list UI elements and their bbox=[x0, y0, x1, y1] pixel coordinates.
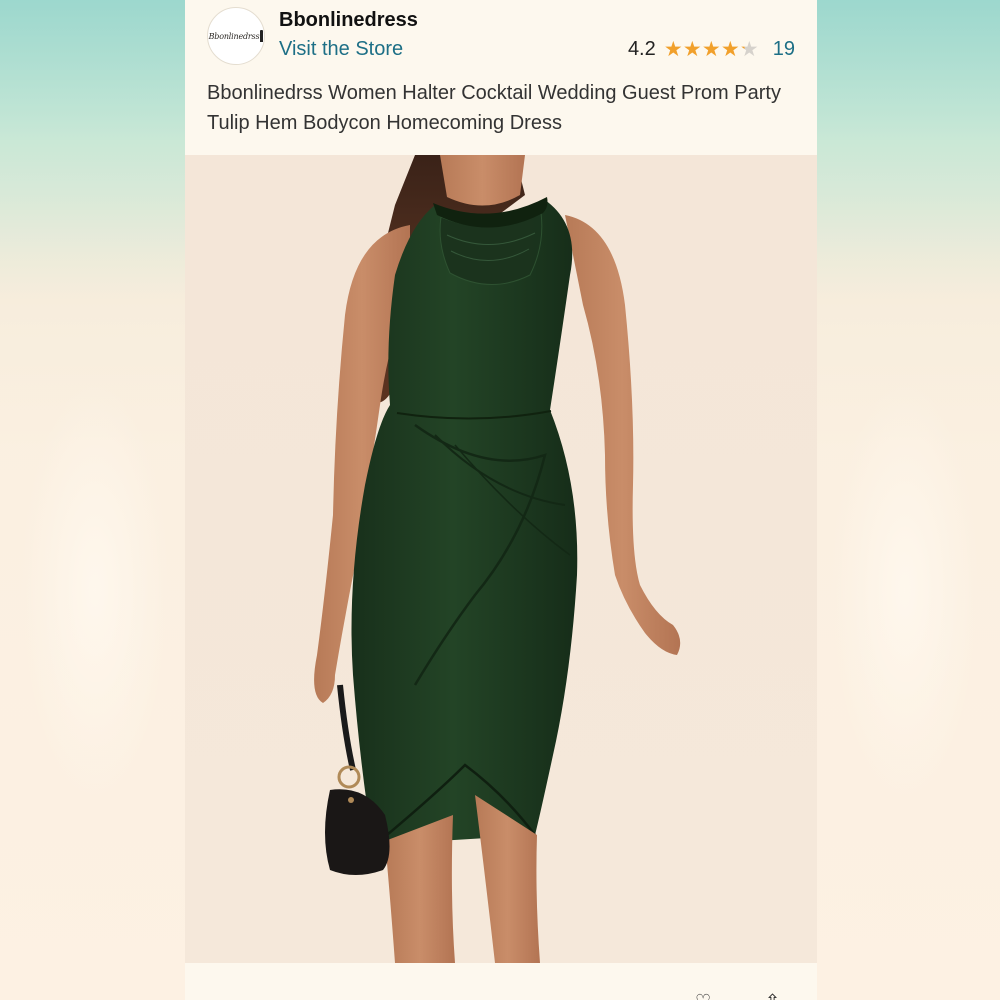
heart-icon[interactable]: ♡ bbox=[695, 991, 711, 1000]
product-header: Bbonlinedrss Bbonlinedress Visit the Sto… bbox=[185, 0, 817, 155]
left-glow bbox=[20, 380, 170, 800]
left-leg bbox=[385, 815, 455, 963]
rating-summary[interactable]: 4.2 ★ ★ ★ ★ ★ 19 bbox=[628, 38, 795, 61]
product-card: Bbonlinedrss Bbonlinedress Visit the Sto… bbox=[185, 0, 817, 1000]
product-photo bbox=[314, 155, 681, 963]
store-name: Bbonlinedress bbox=[279, 9, 418, 31]
neck bbox=[440, 155, 525, 206]
star-icon: ★ bbox=[682, 38, 702, 61]
star-icon: ★ bbox=[701, 38, 721, 61]
right-glow bbox=[830, 380, 980, 800]
footer-bar: ♡ ⇪ bbox=[185, 963, 817, 1000]
product-image-area[interactable] bbox=[185, 155, 817, 963]
handbag-strap bbox=[337, 684, 356, 771]
right-arm bbox=[565, 215, 681, 655]
rating-stars: ★ ★ ★ ★ ★ bbox=[664, 39, 759, 60]
star-icon: ★ bbox=[720, 38, 740, 61]
rating-value: 4.2 bbox=[627, 38, 656, 60]
star-partial-icon: ★ bbox=[739, 38, 759, 61]
share-icon[interactable]: ⇪ bbox=[765, 991, 780, 1000]
visit-store-link[interactable]: Visit the Store bbox=[279, 38, 403, 61]
star-icon: ★ bbox=[663, 38, 683, 61]
store-logo[interactable]: Bbonlinedrss bbox=[207, 7, 265, 65]
product-title: Bbonlinedrss Women Halter Cocktail Weddi… bbox=[207, 82, 781, 134]
store-logo-text: Bbonlinedrss bbox=[208, 31, 260, 41]
dress-glyph-icon bbox=[260, 30, 264, 42]
review-count-link[interactable]: 19 bbox=[773, 38, 795, 61]
